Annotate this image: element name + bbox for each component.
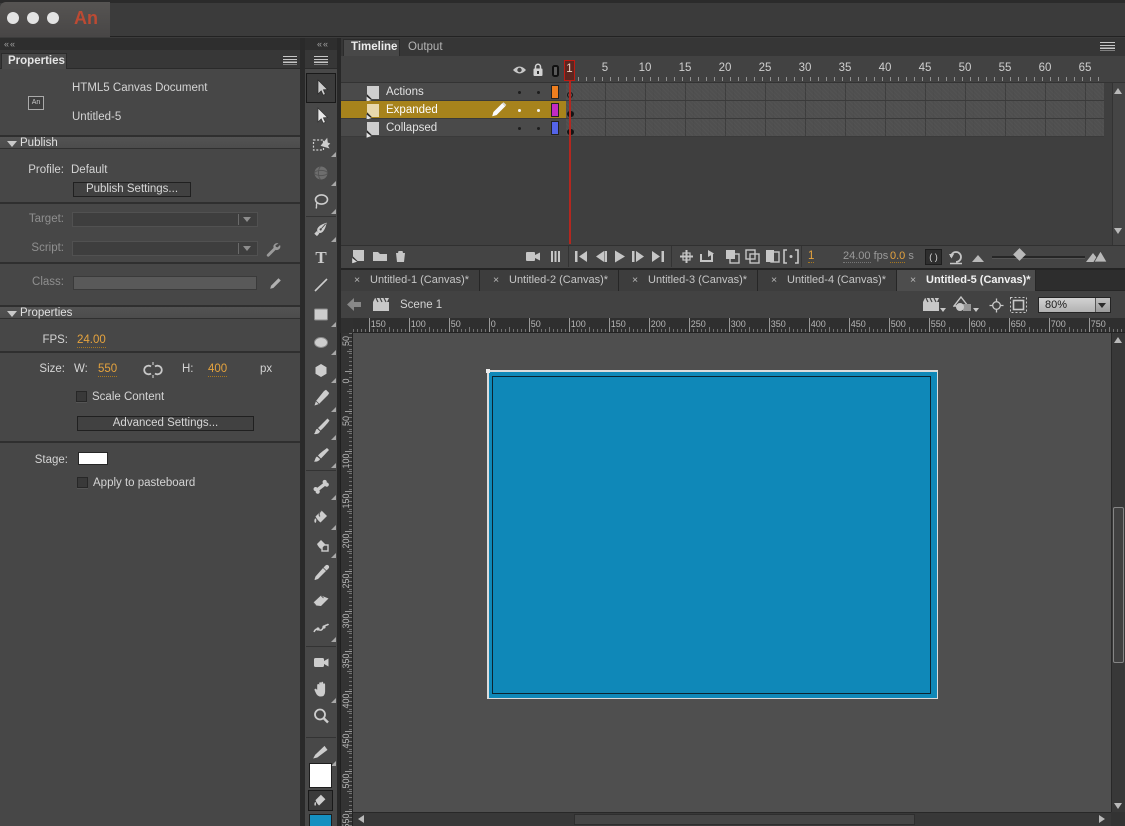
- svg-text:T: T: [315, 248, 327, 267]
